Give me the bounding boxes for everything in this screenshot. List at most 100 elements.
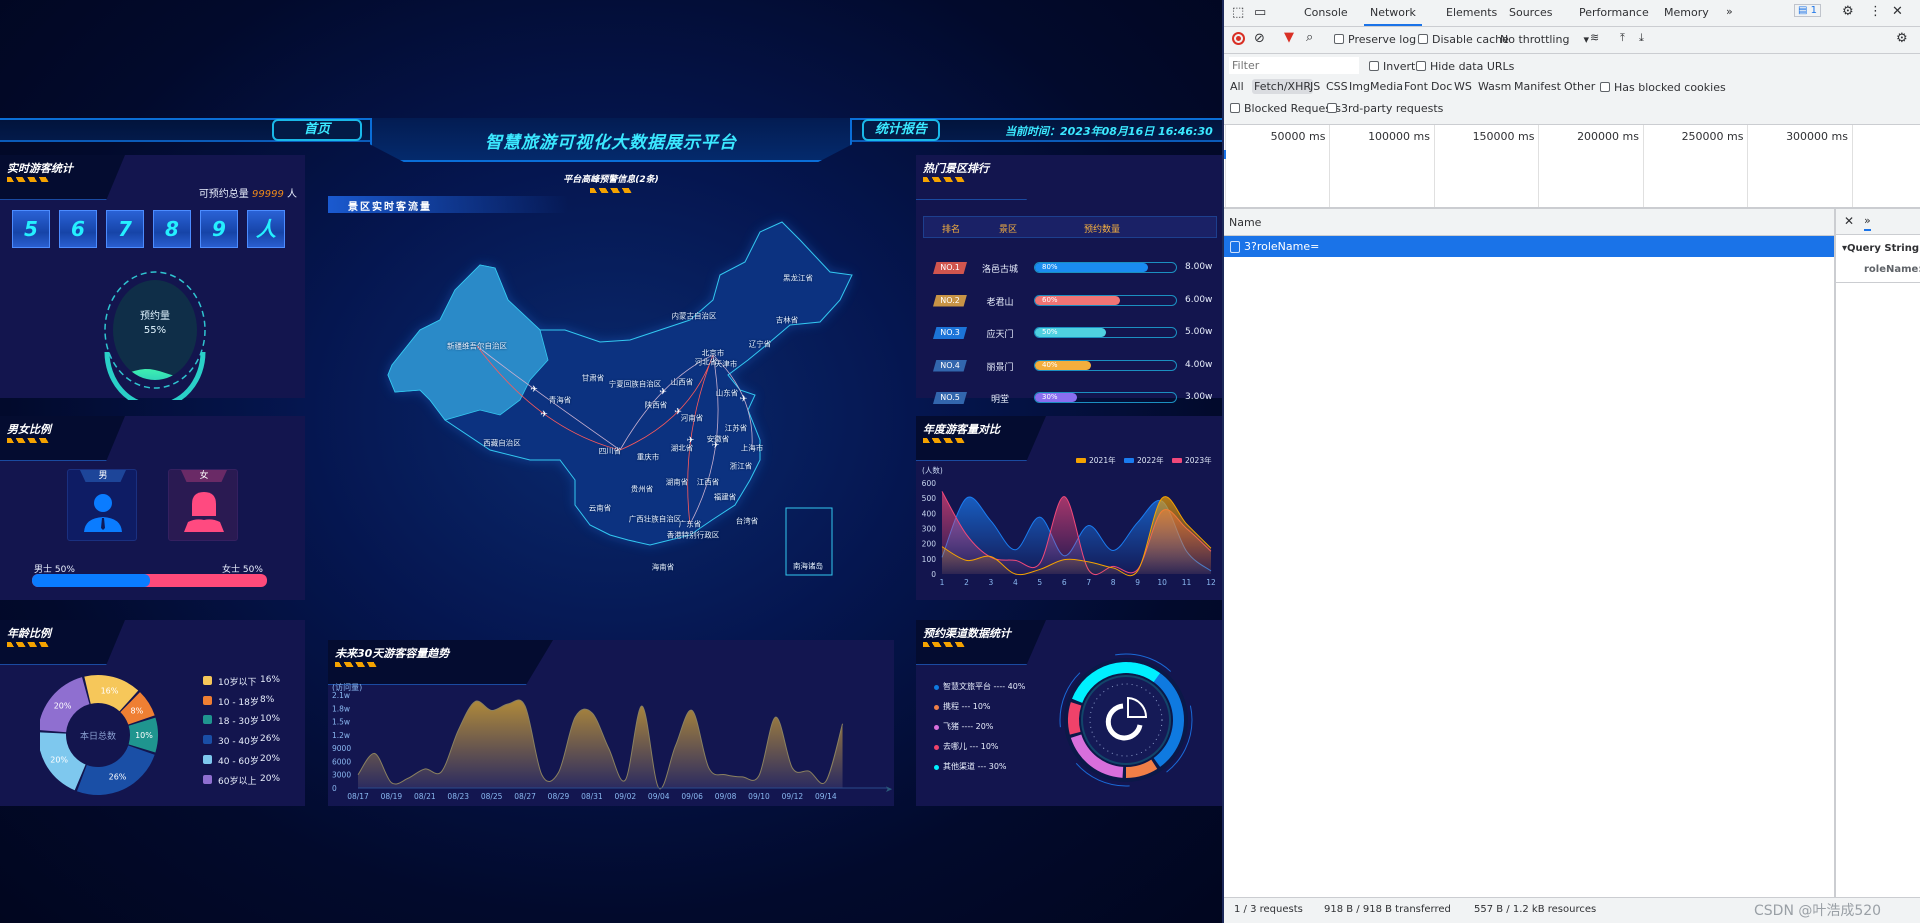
province-label[interactable]: 江西省 xyxy=(697,477,720,488)
request-row[interactable]: 3?roleName= xyxy=(1224,236,1834,257)
legend-label[interactable]: 2023年 xyxy=(1185,455,1212,465)
type-filter-other[interactable]: Other xyxy=(1564,80,1595,93)
clear-icon[interactable]: ⊘ xyxy=(1254,31,1265,46)
province-label[interactable]: 四川省 xyxy=(599,446,622,457)
close-detail-icon[interactable]: ✕ xyxy=(1844,214,1854,228)
third-party-label: 3rd-party requests xyxy=(1341,102,1444,115)
legend-label[interactable]: 2022年 xyxy=(1137,455,1164,465)
devtools-tab-elements[interactable]: Elements xyxy=(1446,6,1497,19)
inspect-icon[interactable]: ⬚ xyxy=(1232,5,1244,20)
preserve-log-checkbox[interactable]: Preserve log xyxy=(1334,33,1416,46)
province-label[interactable]: 湖南省 xyxy=(666,477,689,488)
legend-dot xyxy=(934,765,939,770)
network-settings-icon[interactable]: ⚙ xyxy=(1896,31,1908,46)
scenic-name[interactable]: 洛邑古城 xyxy=(980,262,1020,275)
network-conditions-icon[interactable]: ≋ xyxy=(1590,31,1599,44)
devtools-tab-performance[interactable]: Performance xyxy=(1579,6,1649,19)
province-label[interactable]: 广西壮族自治区 xyxy=(629,514,682,525)
province-label[interactable]: 河北省 xyxy=(695,357,718,368)
throttling-select[interactable]: No throttling ▾ xyxy=(1500,33,1589,46)
search-icon[interactable]: ⌕ xyxy=(1306,30,1313,45)
province-label[interactable]: 天津市 xyxy=(715,359,738,370)
province-label[interactable]: 重庆市 xyxy=(637,452,660,463)
export-har-icon[interactable]: ⤓ xyxy=(1639,31,1644,45)
province-label[interactable]: 西藏自治区 xyxy=(483,438,521,449)
province-label[interactable]: 辽宁省 xyxy=(749,339,772,350)
devtools-tab-console[interactable]: Console xyxy=(1304,6,1348,19)
province-label[interactable]: 广东省 xyxy=(679,519,702,530)
third-party-checkbox[interactable]: 3rd-party requests xyxy=(1327,102,1443,115)
x-tick-label: 4 xyxy=(1013,578,1018,587)
devtools-tab-memory[interactable]: Memory xyxy=(1664,6,1709,19)
type-filter-ws[interactable]: WS xyxy=(1454,80,1472,93)
blocked-requests-checkbox[interactable]: Blocked Requests xyxy=(1230,102,1341,115)
filter-input[interactable] xyxy=(1229,57,1359,74)
close-devtools-icon[interactable]: ✕ xyxy=(1892,4,1903,19)
legend-label[interactable]: 2021年 xyxy=(1089,455,1116,465)
devtools-tab-sources[interactable]: Sources xyxy=(1509,6,1553,19)
province-label[interactable]: 安徽省 xyxy=(707,434,730,445)
reservation-bar: 50% xyxy=(1034,327,1177,338)
name-column-header[interactable]: Name xyxy=(1224,209,1834,236)
scenic-name[interactable]: 老君山 xyxy=(980,295,1020,308)
province-label[interactable]: 新疆维吾尔自治区 xyxy=(447,341,507,352)
x-tick-label: 8 xyxy=(1111,578,1116,587)
type-filter-doc[interactable]: Doc xyxy=(1431,80,1452,93)
province-label[interactable]: 湖北省 xyxy=(671,443,694,454)
scenic-name[interactable]: 丽景门 xyxy=(980,360,1020,373)
province-label[interactable]: 甘肃省 xyxy=(582,373,605,384)
y-tick-label: 500 xyxy=(922,494,937,503)
province-label[interactable]: 陕西省 xyxy=(645,400,668,411)
province-label[interactable]: 贵州省 xyxy=(631,484,654,495)
province-label[interactable]: 黑龙江省 xyxy=(783,273,813,284)
type-filter-fetch-xhr[interactable]: Fetch/XHR xyxy=(1252,79,1313,94)
province-label[interactable]: 山东省 xyxy=(716,388,739,399)
device-toolbar-icon[interactable]: ▭ xyxy=(1254,5,1266,20)
invert-checkbox[interactable]: Invert xyxy=(1369,60,1415,73)
type-filter-all[interactable]: All xyxy=(1230,80,1244,93)
province-label[interactable]: 青海省 xyxy=(549,395,572,406)
province-label[interactable]: 河南省 xyxy=(681,413,704,424)
digit-box: 8 xyxy=(153,210,191,248)
province-label[interactable]: 上海市 xyxy=(741,443,764,454)
type-filter-img[interactable]: Img xyxy=(1349,80,1370,93)
detail-tabbar: ✕» xyxy=(1836,209,1920,235)
province-label[interactable]: 江苏省 xyxy=(725,423,748,434)
province-label[interactable]: 香港特别行政区 xyxy=(667,530,720,541)
has-blocked-cookies-checkbox[interactable]: Has blocked cookies xyxy=(1600,81,1726,94)
type-filter-js[interactable]: JS xyxy=(1310,80,1320,93)
type-filter-wasm[interactable]: Wasm xyxy=(1478,80,1511,93)
type-filter-media[interactable]: Media xyxy=(1370,80,1403,93)
type-filter-css[interactable]: CSS xyxy=(1326,80,1348,93)
province-label[interactable]: 南海诸岛 xyxy=(793,561,823,572)
param-key: roleName: xyxy=(1864,264,1920,275)
scenic-name[interactable]: 应天门 xyxy=(980,327,1020,340)
hide-data-urls-checkbox[interactable]: Hide data URLs xyxy=(1416,60,1514,73)
scenic-name[interactable]: 明堂 xyxy=(980,392,1020,405)
province-label[interactable]: 内蒙古自治区 xyxy=(672,311,717,322)
settings-icon[interactable]: ⚙ xyxy=(1842,4,1854,19)
province-label[interactable]: 宁夏回族自治区 xyxy=(609,379,662,390)
province-label[interactable]: 吉林省 xyxy=(776,315,799,326)
province-label[interactable]: 福建省 xyxy=(714,492,737,503)
type-filter-font[interactable]: Font xyxy=(1404,80,1428,93)
type-filter-manifest[interactable]: Manifest xyxy=(1514,80,1561,93)
more-options-icon[interactable]: ⋮ xyxy=(1869,4,1882,19)
import-har-icon[interactable]: ⤒ xyxy=(1620,31,1625,45)
more-tabs-icon[interactable]: » xyxy=(1726,5,1733,18)
invert-label: Invert xyxy=(1383,60,1416,73)
province-label[interactable]: 海南省 xyxy=(652,562,675,573)
devtools-tab-network[interactable]: Network xyxy=(1364,6,1422,26)
more-detail-tabs-icon[interactable]: » xyxy=(1864,214,1871,231)
y-tick-label: 2.1w xyxy=(332,691,350,700)
filter-icon[interactable]: ▼ xyxy=(1284,30,1294,45)
query-string-section[interactable]: ▾Query String xyxy=(1842,243,1919,254)
record-icon[interactable] xyxy=(1232,32,1245,45)
province-label[interactable]: 云南省 xyxy=(589,503,612,514)
disable-cache-checkbox[interactable]: Disable cache xyxy=(1418,33,1509,46)
header-scenic: 景区 xyxy=(999,225,1018,235)
province-label[interactable]: 台湾省 xyxy=(736,516,759,527)
issues-badge[interactable]: ▤ 1 xyxy=(1794,4,1822,17)
province-label[interactable]: 浙江省 xyxy=(730,461,753,472)
province-label[interactable]: 山西省 xyxy=(671,377,694,388)
